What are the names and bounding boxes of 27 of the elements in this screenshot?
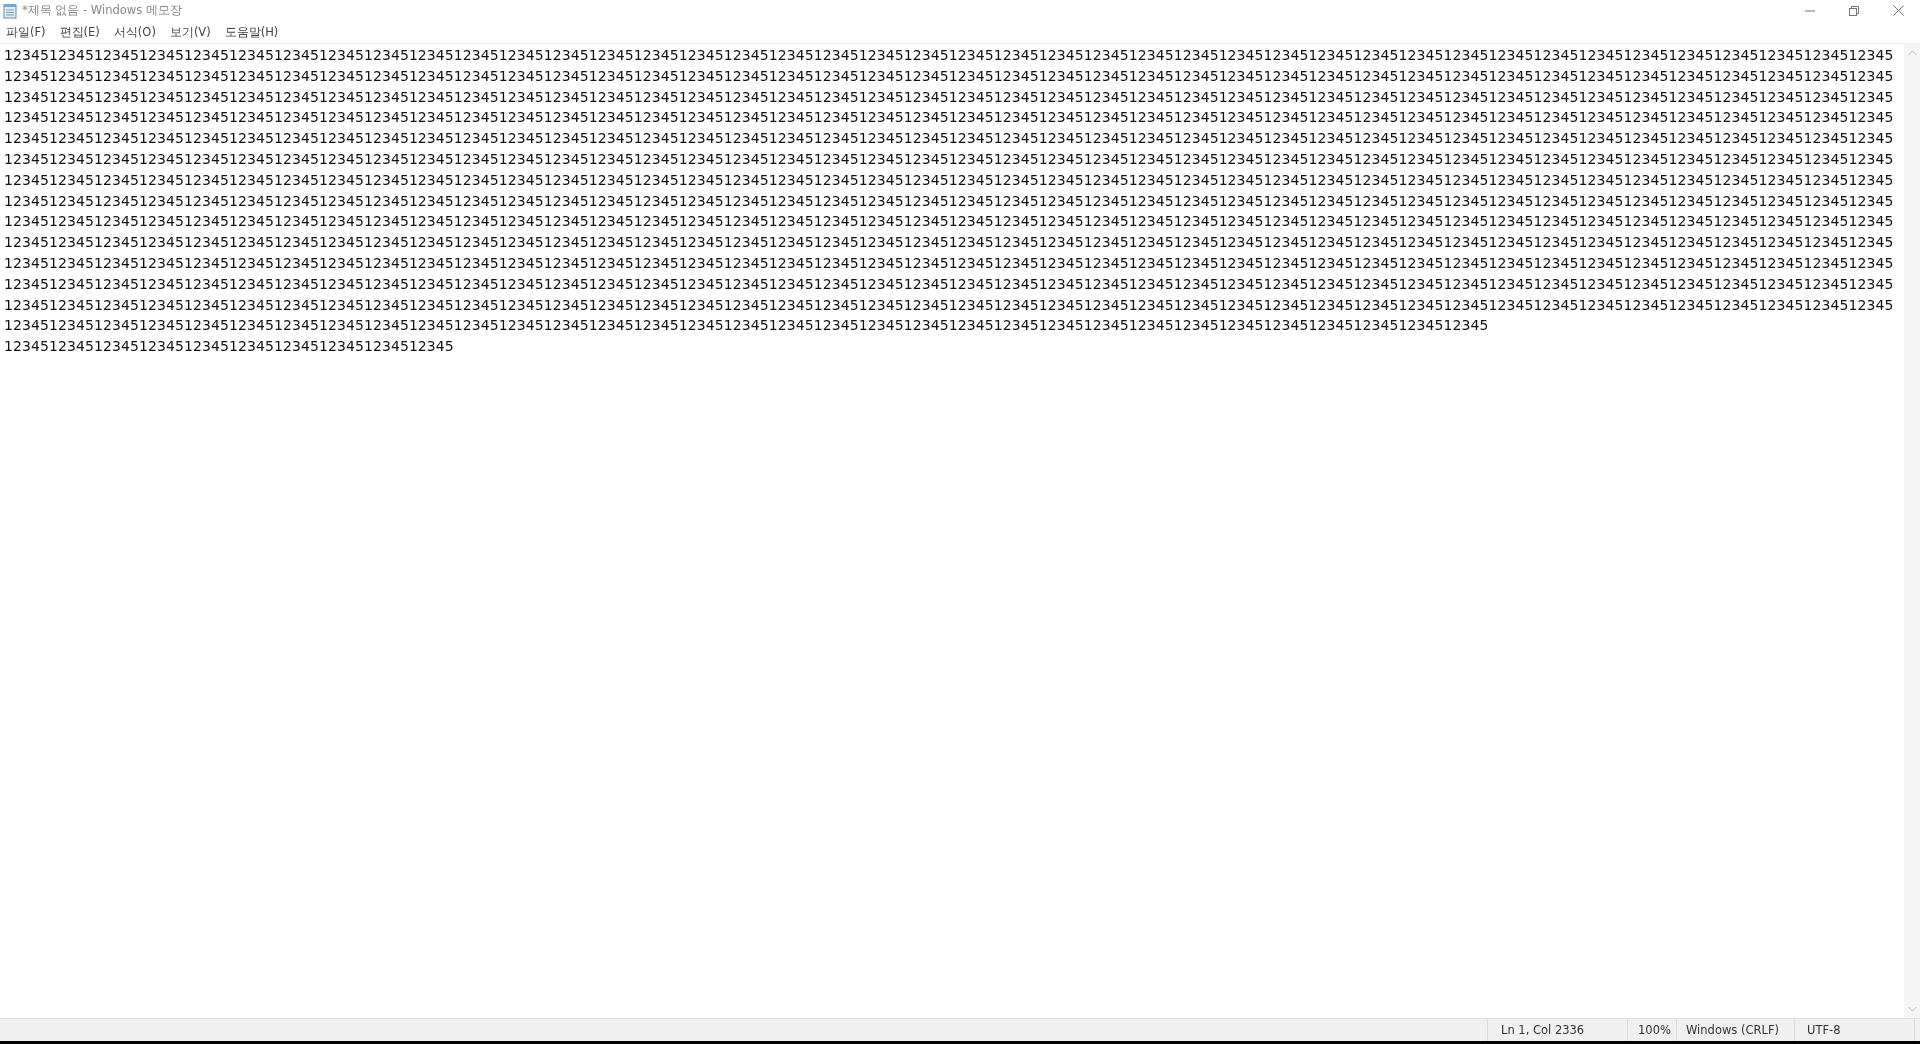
menu-item[interactable]: 서식(O) [113,24,156,40]
scroll-down-icon[interactable] [1907,1006,1917,1012]
text-line: 123451234512345123451234512345123451234512345123451234512345123451234512345123451234512345123451234512345123451234512345123451234512345123451234512345123451234512345123451234512345123451234512345123451234512345 [4,129,1895,149]
menu-item[interactable]: 도움말(H) [224,24,279,40]
restore-icon[interactable] [1849,5,1859,16]
text-line: 123451234512345123451234512345123451234512345123451234512345123451234512345123451234512345123451234512345123451234512345123451234512345123451234512345123451234512345123451234512345123451234512345123451234512345 [4,170,1895,190]
text-line: 123451234512345123451234512345123451234512345123451234512345123451234512345123451234512345123451234512345123451234512345123451234512345123451234512345123451234512345123451234512345123451234512345123451234512345 [4,191,1895,211]
notepad-icon [2,2,18,19]
menu-item[interactable]: 보기(V) [169,24,211,40]
text-line: 12345123451234512345123451234512345123451234512345 [4,337,455,357]
text-line: 123451234512345123451234512345123451234512345123451234512345123451234512345123451234512345123451234512345123451234512345123451234512345123451234512345123451234512345123451234512345123451234512345123451234512345 [4,212,1895,232]
scroll-up-icon[interactable] [1907,50,1917,56]
text-line: 123451234512345123451234512345123451234512345123451234512345123451234512345123451234512345123451234512345123451234512345123451234512345123451234512345123451234512345123451234512345123451234512345123451234512345 [4,46,1895,65]
text-line: 123451234512345123451234512345123451234512345123451234512345123451234512345123451234512345123451234512345123451234512345123451234512345123451234512345123451234512345123451234512345123451234512345123451234512345 [4,108,1895,128]
text-line: 123451234512345123451234512345123451234512345123451234512345123451234512345123451234512345123451234512345123451234512345123451234512345123451234512345123451234512345 [4,316,1490,336]
menu-item[interactable]: 편집(E) [59,24,100,40]
text-line: 123451234512345123451234512345123451234512345123451234512345123451234512345123451234512345123451234512345123451234512345123451234512345123451234512345123451234512345123451234512345123451234512345123451234512345 [4,253,1895,273]
text-line: 123451234512345123451234512345123451234512345123451234512345123451234512345123451234512345123451234512345123451234512345123451234512345123451234512345123451234512345123451234512345123451234512345123451234512345 [4,295,1895,315]
text-line: 123451234512345123451234512345123451234512345123451234512345123451234512345123451234512345123451234512345123451234512345123451234512345123451234512345123451234512345123451234512345123451234512345123451234512345 [4,233,1895,253]
close-icon[interactable] [1892,5,1904,16]
text-line: 123451234512345123451234512345123451234512345123451234512345123451234512345123451234512345123451234512345123451234512345123451234512345123451234512345123451234512345123451234512345123451234512345123451234512345 [4,87,1895,107]
window-title: *제목 없음 - Windows 메모장 [22,3,182,18]
scrollbar[interactable] [1904,44,1920,1018]
text-line: 123451234512345123451234512345123451234512345123451234512345123451234512345123451234512345123451234512345123451234512345123451234512345123451234512345123451234512345123451234512345123451234512345123451234512345 [4,66,1895,86]
text-line: 123451234512345123451234512345123451234512345123451234512345123451234512345123451234512345123451234512345123451234512345123451234512345123451234512345123451234512345123451234512345123451234512345123451234512345 [4,150,1895,169]
text-line: 123451234512345123451234512345123451234512345123451234512345123451234512345123451234512345123451234512345123451234512345123451234512345123451234512345123451234512345123451234512345123451234512345123451234512345 [4,274,1895,294]
menu-item[interactable]: 파일(F) [6,24,46,40]
